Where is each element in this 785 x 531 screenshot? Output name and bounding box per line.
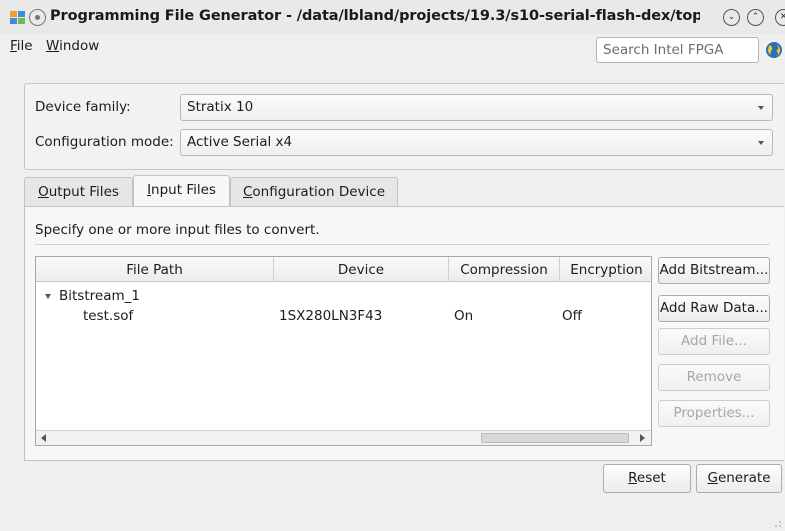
configuration-mode-value: Active Serial x4: [187, 134, 293, 150]
device-family-label: Device family:: [35, 99, 131, 115]
tab-input-files[interactable]: Input Files: [133, 175, 230, 206]
chevron-down-icon: [758, 141, 764, 145]
window-title: Programming File Generator - /data/lblan…: [50, 8, 700, 24]
column-encryption[interactable]: Encryption: [560, 257, 651, 282]
window-menu-icon[interactable]: [29, 9, 46, 26]
close-icon[interactable]: ✕: [775, 9, 785, 26]
row-compression: On: [454, 308, 474, 324]
menu-file[interactable]: File: [10, 38, 33, 54]
configuration-mode-label: Configuration mode:: [35, 134, 174, 150]
app-icon: [10, 11, 25, 24]
row-file-path: test.sof: [83, 308, 134, 324]
title-bar: Programming File Generator - /data/lblan…: [0, 0, 785, 34]
tab-configuration-device[interactable]: Configuration Device: [230, 177, 398, 206]
configuration-mode-select[interactable]: Active Serial x4: [180, 129, 773, 156]
row-device: 1SX280LN3F43: [279, 308, 383, 324]
horizontal-scrollbar[interactable]: [36, 430, 651, 445]
minimize-icon[interactable]: ⌄: [723, 9, 740, 26]
expand-arrow-icon[interactable]: [45, 294, 51, 299]
input-files-hint: Specify one or more input files to conve…: [35, 222, 320, 238]
table-header: File Path Device Compression Encryption: [36, 257, 651, 282]
properties-button[interactable]: Properties...: [658, 400, 770, 427]
menu-window[interactable]: Window: [46, 38, 99, 54]
add-bitstream-button[interactable]: Add Bitstream...: [658, 257, 770, 284]
input-files-table[interactable]: File Path Device Compression Encryption …: [35, 256, 652, 446]
row-encryption: Off: [562, 308, 582, 324]
tab-output-files[interactable]: Output Files: [24, 177, 133, 206]
scroll-left-icon[interactable]: [41, 434, 46, 442]
add-file-button[interactable]: Add File...: [658, 328, 770, 355]
add-raw-data-button[interactable]: Add Raw Data...: [658, 295, 770, 322]
device-family-value: Stratix 10: [187, 99, 254, 115]
resize-grip-icon[interactable]: [774, 520, 782, 528]
scrollbar-thumb[interactable]: [481, 433, 629, 443]
globe-icon[interactable]: [765, 41, 783, 59]
scroll-right-icon[interactable]: [640, 434, 645, 442]
column-compression[interactable]: Compression: [449, 257, 560, 282]
chevron-down-icon: [758, 106, 764, 110]
reset-button[interactable]: Reset: [603, 464, 691, 493]
search-input[interactable]: Search Intel FPGA: [596, 37, 759, 63]
maximize-icon[interactable]: ⌃: [747, 9, 764, 26]
group-row-bitstream[interactable]: Bitstream_1: [59, 288, 140, 304]
divider: [35, 244, 770, 245]
menu-bar: File Window: [0, 34, 590, 60]
generate-button[interactable]: Generate: [696, 464, 782, 493]
device-family-select[interactable]: Stratix 10: [180, 94, 773, 121]
column-file-path[interactable]: File Path: [36, 257, 274, 282]
column-device[interactable]: Device: [274, 257, 449, 282]
remove-button[interactable]: Remove: [658, 364, 770, 391]
